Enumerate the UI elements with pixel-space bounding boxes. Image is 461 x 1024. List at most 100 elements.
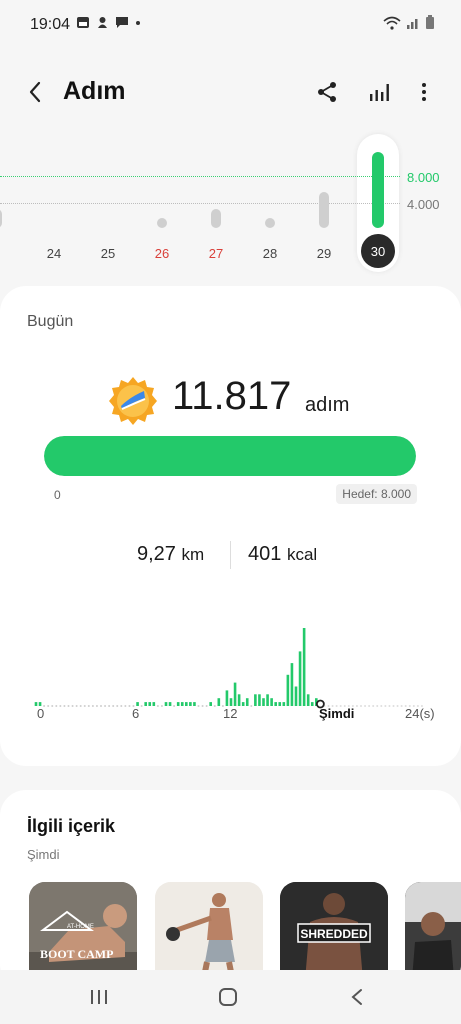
day-label-selected[interactable]: 30 <box>361 234 395 268</box>
hourly-bar <box>298 651 302 706</box>
stats-divider <box>230 541 231 569</box>
day-bar[interactable] <box>211 208 221 228</box>
hourly-bar <box>233 682 237 706</box>
related-content-title: İlgili içerik <box>27 816 116 836</box>
hourly-bar <box>274 702 277 706</box>
hourly-future-dot <box>360 705 362 707</box>
home-button[interactable] <box>208 984 248 1010</box>
hourly-bar <box>148 702 152 706</box>
goal-tick-label: 8.000 <box>407 170 440 185</box>
hourly-empty-dot <box>83 705 86 707</box>
hourly-axis-label-12: 12 <box>223 706 238 721</box>
back-nav-button[interactable] <box>337 984 377 1010</box>
hourly-future-dot <box>376 705 379 707</box>
hourly-empty-dot <box>116 705 119 707</box>
more-options-button[interactable] <box>408 76 440 108</box>
goal-line <box>0 176 400 177</box>
status-bar: 19:04 <box>0 0 461 52</box>
related-content-card: İlgili içerik Şimdi AT-HOME BOOT CAMP SH… <box>0 790 461 990</box>
trends-button[interactable] <box>363 76 395 108</box>
day-label[interactable]: 24 <box>39 246 69 261</box>
bootcamp-caption: BOOT CAMP <box>40 947 113 961</box>
recents-button[interactable] <box>79 984 119 1010</box>
day-bar[interactable] <box>319 191 329 228</box>
chevron-left-icon <box>29 81 41 103</box>
hourly-empty-dot <box>124 705 127 707</box>
hourly-bar <box>245 698 249 706</box>
hourly-bar <box>286 674 290 706</box>
hourly-future-dot <box>396 705 399 707</box>
signal-icon <box>407 18 418 29</box>
hourly-empty-dot <box>108 705 111 707</box>
system-navigation-bar <box>0 970 461 1024</box>
achievement-medal-icon <box>109 377 157 425</box>
progress-goal-label: Hedef: 8.000 <box>336 484 417 504</box>
hourly-bar <box>180 702 184 706</box>
hourly-bar <box>164 702 168 706</box>
hourly-empty-dot <box>140 705 143 707</box>
hourly-empty-dot <box>100 705 102 707</box>
hourly-empty-dot <box>47 705 50 707</box>
system-icons <box>383 15 435 30</box>
day-label[interactable]: 26 <box>147 246 177 261</box>
today-label: Bugün <box>27 313 74 330</box>
hourly-empty-dot <box>120 705 123 707</box>
distance-readout: 9,27 km <box>137 543 204 566</box>
hourly-bar <box>189 702 192 706</box>
hourly-bar <box>266 694 269 706</box>
hourly-empty-dot <box>128 705 131 707</box>
hourly-empty-dot <box>71 705 74 707</box>
hourly-empty-dot <box>160 705 163 707</box>
bar-chart-icon <box>370 84 389 101</box>
hourly-empty-dot <box>75 705 78 707</box>
hourly-bar <box>229 698 233 706</box>
hourly-empty-dot <box>67 705 70 707</box>
hourly-empty-dot <box>197 705 200 707</box>
hourly-bar <box>270 698 273 706</box>
notification-icons <box>76 16 141 29</box>
day-label[interactable]: 27 <box>201 246 231 261</box>
day-label[interactable]: 29 <box>309 246 339 261</box>
day-label[interactable]: 28 <box>255 246 285 261</box>
half-goal-line <box>0 203 400 204</box>
share-button[interactable] <box>311 76 343 108</box>
hourly-empty-dot <box>79 705 82 707</box>
hourly-empty-dot <box>87 705 90 707</box>
day-label[interactable]: 25 <box>93 246 123 261</box>
half-goal-tick-label: 4.000 <box>407 197 440 212</box>
hourly-empty-dot <box>63 705 66 707</box>
calories-value: 401 <box>248 543 282 565</box>
hourly-empty-dot <box>59 705 62 707</box>
hourly-bar <box>254 694 257 706</box>
hourly-bar <box>209 702 212 706</box>
bootcamp-tag: AT-HOME <box>67 924 94 930</box>
hourly-future-dot <box>384 705 387 707</box>
app-header: Adım <box>0 62 461 122</box>
hourly-empty-dot <box>250 705 253 707</box>
day-label[interactable]: 3 <box>0 246 6 261</box>
hourly-empty-dot <box>55 705 58 707</box>
hourly-empty-dot <box>201 705 204 707</box>
status-time: 19:04 <box>30 16 71 33</box>
back-nav-icon <box>351 989 362 1005</box>
hourly-empty-dot <box>91 705 94 707</box>
day-bar[interactable] <box>265 218 275 228</box>
hourly-bar <box>310 702 314 706</box>
day-bar[interactable] <box>157 218 167 228</box>
step-goal-progress <box>44 436 416 476</box>
back-button[interactable] <box>20 76 50 108</box>
hourly-bar <box>262 698 265 706</box>
hourly-future-dot <box>380 705 383 707</box>
day-bar-selected[interactable] <box>372 152 384 228</box>
day-bar[interactable] <box>0 208 2 228</box>
hourly-axis-label-6: 6 <box>132 706 140 721</box>
today-card: Bugün 11.817 adım 0 Hedef: 8.000 9,27 km… <box>0 286 461 766</box>
hourly-axis-label-0: 0 <box>37 706 45 721</box>
more-vertical-icon <box>422 83 426 101</box>
hourly-bar <box>278 702 282 706</box>
hourly-bar <box>193 702 196 706</box>
hourly-bar <box>225 690 229 706</box>
hourly-empty-dot <box>173 705 176 707</box>
share-icon <box>318 82 336 102</box>
message-notification-icon <box>116 17 128 28</box>
